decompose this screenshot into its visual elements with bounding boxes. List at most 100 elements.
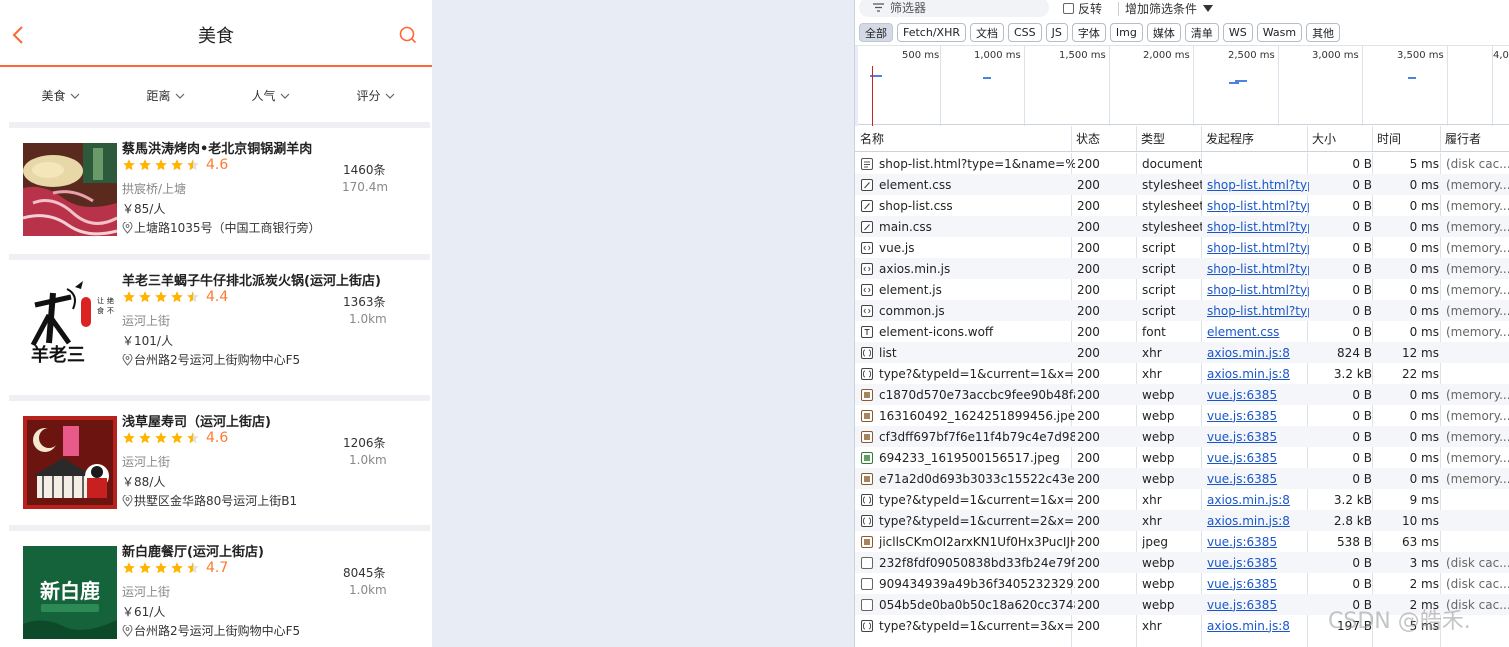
request-row[interactable]: c1870d570e73accbc9fee90b48fac...200 webp v… bbox=[855, 384, 1509, 405]
type-filter-button[interactable]: 清单 bbox=[1184, 23, 1219, 42]
type-filter-button[interactable]: WS bbox=[1222, 23, 1253, 42]
request-name[interactable]: 163160492_1624251899456.jpeg bbox=[861, 405, 1075, 426]
filter-distance[interactable]: 距离 bbox=[113, 67, 218, 124]
shop-thumbnail[interactable] bbox=[22, 143, 118, 236]
request-name[interactable]: shop-list.html?type=1&name=%E... bbox=[861, 153, 1075, 174]
header-col-time[interactable]: 时间 bbox=[1372, 126, 1401, 151]
request-name[interactable]: e71a2d0d693b3033c15522c43e03... bbox=[861, 468, 1075, 489]
type-filter-button[interactable]: Wasm bbox=[1256, 23, 1303, 42]
request-row[interactable]: cf3dff697bf7f6e11f4b79c4e7d989... 200 webp… bbox=[855, 426, 1509, 447]
type-filter-button[interactable]: Img bbox=[1109, 23, 1143, 42]
request-name[interactable]: element.js bbox=[861, 279, 1075, 300]
request-initiator-link[interactable]: vue.js:6385 bbox=[1207, 447, 1309, 468]
request-row[interactable]: shop-list.css 200 stylesheet shop-list.html… bbox=[855, 195, 1509, 216]
request-row[interactable]: 232f8fdf09050838bd33fb24e79f3... 200 webp v… bbox=[855, 552, 1509, 573]
request-initiator-link[interactable]: vue.js:6385 bbox=[1207, 594, 1309, 615]
request-row[interactable]: jicllsCKmOI2arxKN1Uf0Hx3PucIJH... 200 jpeg… bbox=[855, 531, 1509, 552]
request-initiator-link[interactable]: axios.min.js:8 bbox=[1207, 363, 1309, 384]
request-row[interactable]: common.js 200 script shop-list.html?type= 0 … bbox=[855, 300, 1509, 321]
request-name[interactable]: list bbox=[861, 342, 1075, 363]
request-name[interactable]: main.css bbox=[861, 216, 1075, 237]
type-filter-button[interactable]: 媒体 bbox=[1146, 23, 1181, 42]
request-name[interactable]: element-icons.woff bbox=[861, 321, 1075, 342]
request-row[interactable]: element.css 200 stylesheet shop-list.html?t… bbox=[855, 174, 1509, 195]
request-name[interactable]: 909434939a49b36f340523232924... bbox=[861, 573, 1075, 594]
request-row[interactable]: 909434939a49b36f340523232924...200 webp vu… bbox=[855, 573, 1509, 594]
type-filter-button[interactable]: 其他 bbox=[1306, 23, 1341, 42]
shop-thumbnail[interactable]: 新白鹿 bbox=[23, 546, 117, 639]
header-col-type[interactable]: 类型 bbox=[1136, 126, 1165, 151]
more-filters-dropdown[interactable]: 增加筛选条件 bbox=[1118, 0, 1214, 17]
shop-card[interactable]: 新白鹿 新白鹿餐厅(运河上街店) 4.7 8045条 运河上街 1.0km ￥61/人 台州路… bbox=[9, 531, 430, 647]
request-initiator-link[interactable]: shop-list.html?type= bbox=[1207, 195, 1309, 216]
type-filter-button[interactable]: CSS bbox=[1007, 23, 1042, 42]
request-row[interactable]: element.js 200 script shop-list.html?type= 0… bbox=[855, 279, 1509, 300]
shop-card[interactable]: 让食绝不羊老三 羊老三羊蝎子牛仔排北派炭火锅(运河上街店) 4.4 1363条 运河上街… bbox=[9, 260, 430, 395]
request-initiator-link[interactable]: axios.min.js:8 bbox=[1207, 615, 1309, 636]
shop-card[interactable]: 蔡馬洪涛烤肉•老北京铜锅涮羊肉 4.6 1460条 拱宸桥/上塘 170.4m ￥85/人… bbox=[9, 128, 430, 254]
request-row[interactable]: axios.min.js 200 script shop-list.html?type… bbox=[855, 258, 1509, 279]
request-row[interactable]: type?&typeId=1&current=1&x=1... 200 xhr axi… bbox=[855, 489, 1509, 510]
request-initiator-link[interactable]: vue.js:6385 bbox=[1207, 405, 1309, 426]
request-name[interactable]: jicllsCKmOI2arxKN1Uf0Hx3PucIJH... bbox=[861, 531, 1075, 552]
request-row[interactable]: shop-list.html?type=1&name=%E... 200 docum… bbox=[855, 153, 1509, 174]
request-name[interactable]: c1870d570e73accbc9fee90b48fac... bbox=[861, 384, 1075, 405]
request-row[interactable]: main.css 200 stylesheet shop-list.html?type… bbox=[855, 216, 1509, 237]
invert-toggle[interactable]: 反转 bbox=[1063, 0, 1102, 17]
header-col-name[interactable]: 名称 bbox=[855, 126, 884, 151]
shop-thumbnail[interactable] bbox=[23, 416, 117, 509]
request-initiator-link[interactable]: vue.js:6385 bbox=[1207, 426, 1309, 447]
request-initiator-link[interactable]: axios.min.js:8 bbox=[1207, 510, 1309, 531]
request-name[interactable]: axios.min.js bbox=[861, 258, 1075, 279]
request-name[interactable]: type?&typeId=1&current=1&x=1... bbox=[861, 363, 1075, 384]
request-name[interactable]: common.js bbox=[861, 300, 1075, 321]
header-col-initiator[interactable]: 发起程序 bbox=[1201, 126, 1254, 151]
request-initiator-link[interactable]: vue.js:6385 bbox=[1207, 531, 1309, 552]
request-initiator-link[interactable]: element.css bbox=[1207, 321, 1309, 342]
request-initiator-link[interactable]: shop-list.html?type= bbox=[1207, 300, 1309, 321]
filter-rating[interactable]: 评分 bbox=[323, 67, 428, 124]
request-initiator-link[interactable]: vue.js:6385 bbox=[1207, 468, 1309, 489]
request-row[interactable]: vue.js 200 script shop-list.html?type= 0 B 0 … bbox=[855, 237, 1509, 258]
request-row[interactable]: list 200 xhr axios.min.js:8 824 B 12 ms bbox=[855, 342, 1509, 363]
request-initiator-link[interactable]: shop-list.html?type= bbox=[1207, 258, 1309, 279]
header-col-status[interactable]: 状态 bbox=[1071, 126, 1100, 151]
shop-thumbnail[interactable]: 让食绝不羊老三 bbox=[23, 275, 117, 368]
request-initiator-link[interactable]: vue.js:6385 bbox=[1207, 384, 1309, 405]
request-initiator-link[interactable]: vue.js:6385 bbox=[1207, 573, 1309, 594]
request-name[interactable]: vue.js bbox=[861, 237, 1075, 258]
type-filter-button[interactable]: Fetch/XHR bbox=[897, 23, 966, 42]
shop-card[interactable]: 浅草屋寿司（运河上街店) 4.6 1206条 运河上街 1.0km ￥88/人 拱墅区金华路… bbox=[9, 401, 430, 525]
request-row[interactable]: element-icons.woff 200 font element.css 0 B 0… bbox=[855, 321, 1509, 342]
request-name[interactable]: element.css bbox=[861, 174, 1075, 195]
header-col-size[interactable]: 大小 bbox=[1307, 126, 1336, 151]
search-icon[interactable] bbox=[399, 26, 417, 47]
invert-checkbox[interactable] bbox=[1063, 3, 1074, 14]
request-initiator-link[interactable]: shop-list.html?type= bbox=[1207, 237, 1309, 258]
type-filter-button[interactable]: 文档 bbox=[969, 23, 1004, 42]
type-filter-button[interactable]: JS bbox=[1045, 23, 1068, 42]
request-initiator-link[interactable] bbox=[1207, 153, 1309, 174]
request-name[interactable]: type?&typeId=1&current=1&x=1... bbox=[861, 489, 1075, 510]
filter-cuisine[interactable]: 美食 bbox=[8, 67, 113, 124]
request-initiator-link[interactable]: shop-list.html?type= bbox=[1207, 279, 1309, 300]
request-row[interactable]: 163160492_1624251899456.jpeg 200 webp vue.j… bbox=[855, 405, 1509, 426]
timeline-overview[interactable]: 500 ms 1,000 ms 1,500 ms 2,000 ms 2,500 ms 3,… bbox=[855, 45, 1509, 126]
request-name[interactable]: type?&typeId=1&current=3&x=1... bbox=[861, 615, 1075, 636]
request-row[interactable]: type?&typeId=1&current=1&x=1... 200 xhr axi… bbox=[855, 363, 1509, 384]
request-initiator-link[interactable]: shop-list.html?type= bbox=[1207, 174, 1309, 195]
request-initiator-link[interactable]: vue.js:6385 bbox=[1207, 552, 1309, 573]
request-initiator-link[interactable]: shop-list.html?type= bbox=[1207, 216, 1309, 237]
request-name[interactable]: cf3dff697bf7f6e11f4b79c4e7d989... bbox=[861, 426, 1075, 447]
filter-popularity[interactable]: 人气 bbox=[218, 67, 323, 124]
request-name[interactable]: type?&typeId=1&current=2&x=1... bbox=[861, 510, 1075, 531]
request-name[interactable]: 054b5de0ba0b50c18a620cc37482... bbox=[861, 594, 1075, 615]
request-name[interactable]: 694233_1619500156517.jpeg bbox=[861, 447, 1075, 468]
request-name[interactable]: shop-list.css bbox=[861, 195, 1075, 216]
filter-input[interactable]: 筛选器 bbox=[859, 0, 1049, 17]
request-name[interactable]: 232f8fdf09050838bd33fb24e79f3... bbox=[861, 552, 1075, 573]
type-filter-button[interactable]: 字体 bbox=[1071, 23, 1106, 42]
request-row[interactable]: e71a2d0d693b3033c15522c43e03...200 webp vu… bbox=[855, 468, 1509, 489]
request-initiator-link[interactable]: axios.min.js:8 bbox=[1207, 489, 1309, 510]
type-filter-button[interactable]: 全部 bbox=[859, 23, 893, 42]
